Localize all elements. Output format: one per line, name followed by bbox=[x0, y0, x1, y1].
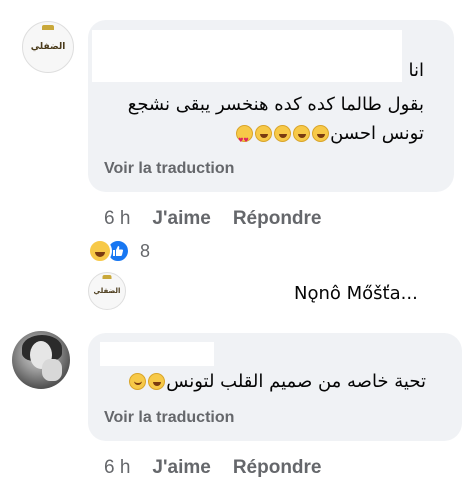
reply-avatar[interactable]: الضفلي bbox=[88, 272, 126, 310]
like-button[interactable]: J'aime bbox=[152, 457, 210, 479]
avatar-logo-text: الضفلي bbox=[30, 42, 66, 52]
reply-author-name[interactable]: Nǫnô Mőšťa... bbox=[294, 283, 418, 304]
comment-text-line-2: بقول طالما كده كده هنخسر يبقى نشجع bbox=[127, 94, 424, 115]
comment-actions: 6 h J'aime Répondre bbox=[104, 208, 322, 230]
commenter-avatar[interactable] bbox=[12, 331, 70, 389]
reply-button[interactable]: Répondre bbox=[233, 457, 322, 479]
grinning-emoji-icon bbox=[312, 125, 330, 142]
heart-eyes-emoji-icon bbox=[236, 125, 254, 154]
avatar-logo-text: الضفلي bbox=[93, 287, 121, 295]
comment-timestamp[interactable]: 6 h bbox=[104, 208, 130, 230]
comment-actions: 6 h J'aime Répondre bbox=[104, 457, 322, 479]
smiling-emoji-icon bbox=[129, 373, 147, 390]
comment-text-line-3: تونس احسن bbox=[235, 121, 424, 154]
comment-text-line-3-words: تونس احسن bbox=[330, 123, 424, 144]
comment-timestamp[interactable]: 6 h bbox=[104, 457, 130, 479]
avatar-photo-hand bbox=[42, 359, 62, 381]
grinning-emoji-icon bbox=[148, 373, 166, 390]
like-button[interactable]: J'aime bbox=[152, 208, 210, 230]
redacted-commenter-name bbox=[100, 342, 214, 366]
crown-icon bbox=[102, 275, 112, 279]
grinning-emoji-icon bbox=[274, 125, 292, 142]
redacted-commenter-name bbox=[92, 30, 402, 82]
crown-icon bbox=[42, 25, 54, 30]
reaction-count: 8 bbox=[140, 240, 151, 261]
reaction-summary[interactable]: 8 bbox=[88, 239, 150, 263]
reply-button[interactable]: Répondre bbox=[233, 208, 322, 230]
see-translation-link[interactable]: Voir la traduction bbox=[104, 160, 234, 178]
comment-text-words: تحية خاصه من صميم القلب لتونس bbox=[166, 371, 426, 392]
grinning-emoji-icon bbox=[293, 125, 311, 142]
comment-text-line-1: انا bbox=[408, 60, 425, 81]
see-translation-link[interactable]: Voir la traduction bbox=[104, 409, 234, 427]
grinning-emoji-icon bbox=[255, 125, 273, 142]
haha-reaction-icon bbox=[88, 239, 112, 263]
comment-text: تحية خاصه من صميم القلب لتونس bbox=[128, 369, 426, 395]
commenter-avatar[interactable]: الضفلي bbox=[22, 21, 74, 73]
